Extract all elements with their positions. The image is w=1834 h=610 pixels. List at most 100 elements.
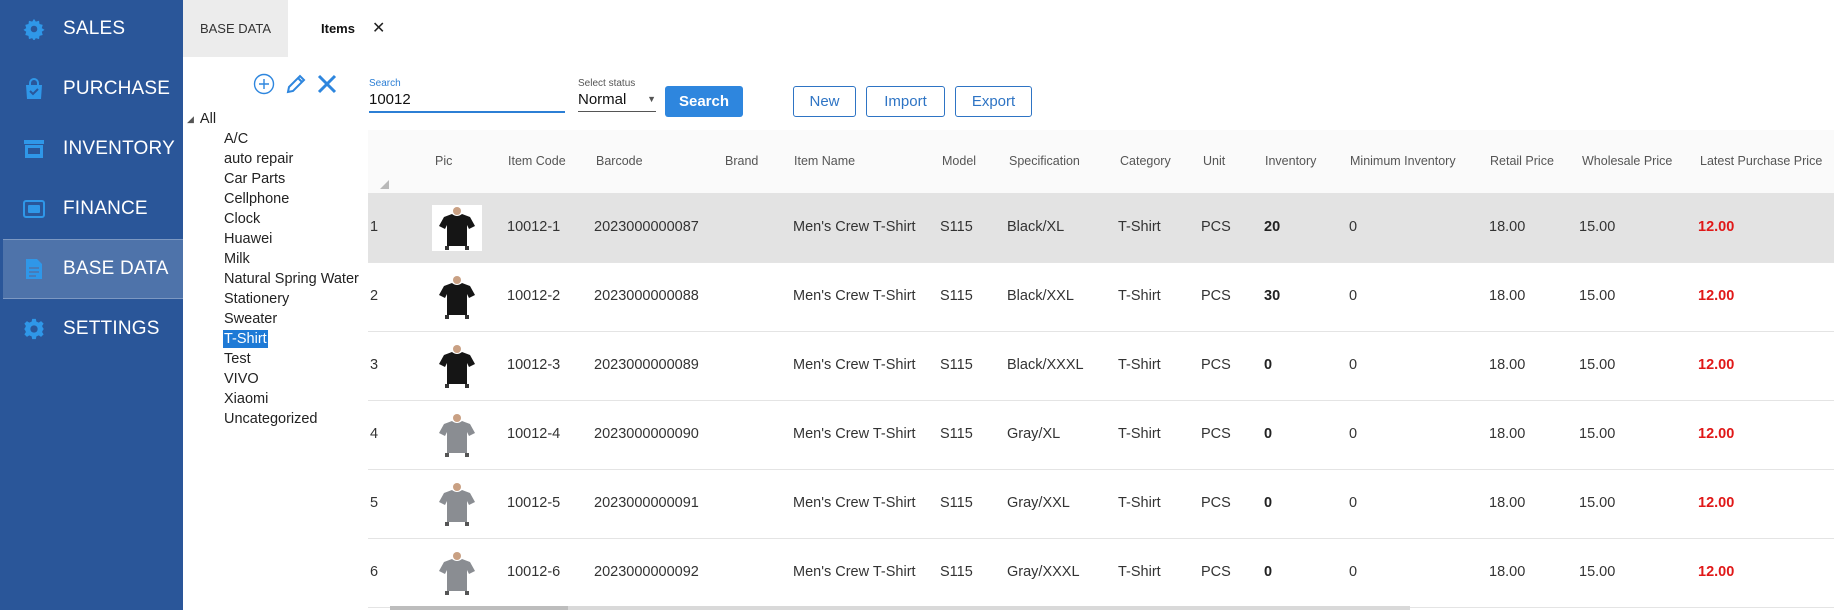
tree-node[interactable]: Natural Spring Water (223, 270, 360, 288)
table-row[interactable]: 1 10012-1 2023000000087 Men's Crew T-Shirt S… (368, 194, 1834, 263)
model-cell: S115 (940, 564, 973, 580)
item-name-cell: Men's Crew T-Shirt (793, 357, 916, 373)
tree-node[interactable]: Cellphone (223, 190, 290, 208)
col-header-specification[interactable]: Specification (1009, 154, 1080, 168)
latest-purchase-price-cell: 12.00 (1698, 495, 1735, 511)
col-header-category[interactable]: Category (1120, 154, 1171, 168)
table-row[interactable]: 4 10012-4 2023000000090 Men's Crew T-Shirt S… (368, 401, 1834, 470)
nav-item-purchase[interactable]: PURCHASE (3, 60, 183, 118)
nav-label: SALES (63, 18, 126, 39)
shopping-bag-icon (21, 76, 47, 102)
import-button[interactable]: Import (866, 86, 945, 117)
status-select[interactable]: Normal ▼ (578, 89, 656, 112)
tree-node[interactable]: Milk (223, 250, 251, 268)
minimum-inventory-cell: 0 (1349, 357, 1358, 373)
nav-label: BASE DATA (63, 258, 169, 279)
tree-root[interactable]: ◢ All (187, 111, 216, 127)
status-label: Select status (578, 78, 636, 89)
item-name-cell: Men's Crew T-Shirt (793, 288, 916, 304)
col-header-unit[interactable]: Unit (1203, 154, 1225, 168)
table-row[interactable]: 6 10012-6 2023000000092 Men's Crew T-Shirt S… (368, 539, 1834, 608)
retail-price-cell: 18.00 (1489, 495, 1526, 511)
tree-root-label: All (199, 111, 217, 127)
col-header-brand[interactable]: Brand (725, 154, 758, 168)
col-header-item-code[interactable]: Item Code (508, 154, 566, 168)
scrollbar-thumb[interactable] (390, 606, 568, 610)
item-name-cell: Men's Crew T-Shirt (793, 426, 916, 442)
latest-purchase-price-cell: 12.00 (1698, 564, 1735, 580)
col-header-wholesale-price[interactable]: Wholesale Price (1582, 154, 1672, 168)
delete-x-icon[interactable] (313, 70, 341, 98)
inventory-cell: 20 (1264, 219, 1281, 235)
tree-node[interactable]: Huawei (223, 230, 273, 248)
collapse-caret-icon[interactable]: ◢ (187, 114, 194, 125)
select-all-corner[interactable] (380, 180, 389, 189)
barcode-cell: 2023000000091 (594, 495, 699, 511)
col-header-pic[interactable]: Pic (435, 154, 452, 168)
search-button[interactable]: Search (665, 86, 743, 117)
close-tab-icon[interactable]: ✕ (372, 18, 385, 38)
tree-node[interactable]: Uncategorized (223, 410, 319, 428)
col-header-retail-price[interactable]: Retail Price (1490, 154, 1554, 168)
item-name-cell: Men's Crew T-Shirt (793, 495, 916, 511)
tree-node[interactable]: Test (223, 350, 252, 368)
col-header-model[interactable]: Model (942, 154, 976, 168)
item-name-cell: Men's Crew T-Shirt (793, 564, 916, 580)
wholesale-price-cell: 15.00 (1579, 495, 1616, 511)
category-cell: T-Shirt (1118, 564, 1161, 580)
gear-icon (21, 16, 47, 42)
table-row[interactable]: 3 10012-3 2023000000089 Men's Crew T-Shirt S… (368, 332, 1834, 401)
nav-label: SETTINGS (63, 318, 160, 339)
retail-price-cell: 18.00 (1489, 357, 1526, 373)
barcode-cell: 2023000000089 (594, 357, 699, 373)
item-code-cell: 10012-1 (507, 219, 561, 235)
tree-node[interactable]: Stationery (223, 290, 290, 308)
col-header-item-name[interactable]: Item Name (794, 154, 855, 168)
nav-item-base-data[interactable]: BASE DATA (3, 239, 183, 299)
pencil-icon[interactable] (282, 70, 310, 98)
nav-item-inventory[interactable]: INVENTORY (3, 120, 183, 178)
tree-node[interactable]: A/C (223, 130, 249, 148)
tab-base-data[interactable]: BASE DATA (183, 0, 288, 57)
tree-node[interactable]: Clock (223, 210, 261, 228)
nav-item-settings[interactable]: SETTINGS (3, 300, 183, 358)
tshirt-thumbnail (432, 343, 482, 389)
status-value: Normal (578, 91, 627, 108)
row-number: 2 (370, 288, 379, 304)
specification-cell: Gray/XXL (1007, 495, 1070, 511)
tree-node[interactable]: Sweater (223, 310, 278, 328)
nav-item-sales[interactable]: SALES (3, 0, 183, 58)
latest-purchase-price-cell: 12.00 (1698, 357, 1735, 373)
search-input[interactable] (369, 89, 565, 113)
tree-node[interactable]: auto repair (223, 150, 294, 168)
tree-node[interactable]: Xiaomi (223, 390, 269, 408)
minimum-inventory-cell: 0 (1349, 288, 1358, 304)
tree-node-selected[interactable]: T-Shirt (223, 330, 268, 348)
document-icon (21, 256, 47, 282)
col-header-barcode[interactable]: Barcode (596, 154, 643, 168)
money-icon (21, 196, 47, 222)
chevron-down-icon: ▼ (647, 94, 656, 104)
retail-price-cell: 18.00 (1489, 288, 1526, 304)
inventory-cell: 30 (1264, 288, 1281, 304)
model-cell: S115 (940, 357, 973, 373)
row-number: 3 (370, 357, 379, 373)
nav-item-finance[interactable]: FINANCE (3, 180, 183, 238)
new-button[interactable]: New (793, 86, 856, 117)
horizontal-scrollbar[interactable] (390, 606, 1410, 610)
col-header-inventory[interactable]: Inventory (1265, 154, 1316, 168)
export-button[interactable]: Export (955, 86, 1032, 117)
tree-node[interactable]: VIVO (223, 370, 260, 388)
inventory-cell: 0 (1264, 564, 1273, 580)
tab-items[interactable]: Items (321, 0, 355, 57)
tree-node[interactable]: Car Parts (223, 170, 286, 188)
sidebar: SALES PURCHASE INVENTORY FINANCE BASE DA… (0, 0, 183, 610)
col-header-latest-purchase-price[interactable]: Latest Purchase Price (1700, 154, 1822, 168)
table-row[interactable]: 5 10012-5 2023000000091 Men's Crew T-Shirt S… (368, 470, 1834, 539)
col-header-minimum-inventory[interactable]: Minimum Inventory (1350, 154, 1456, 168)
add-circle-icon[interactable] (250, 70, 278, 98)
inventory-cell: 0 (1264, 357, 1273, 373)
table-row[interactable]: 2 10012-2 2023000000088 Men's Crew T-Shirt S… (368, 263, 1834, 332)
inventory-cell: 0 (1264, 426, 1273, 442)
tshirt-thumbnail (432, 550, 482, 596)
